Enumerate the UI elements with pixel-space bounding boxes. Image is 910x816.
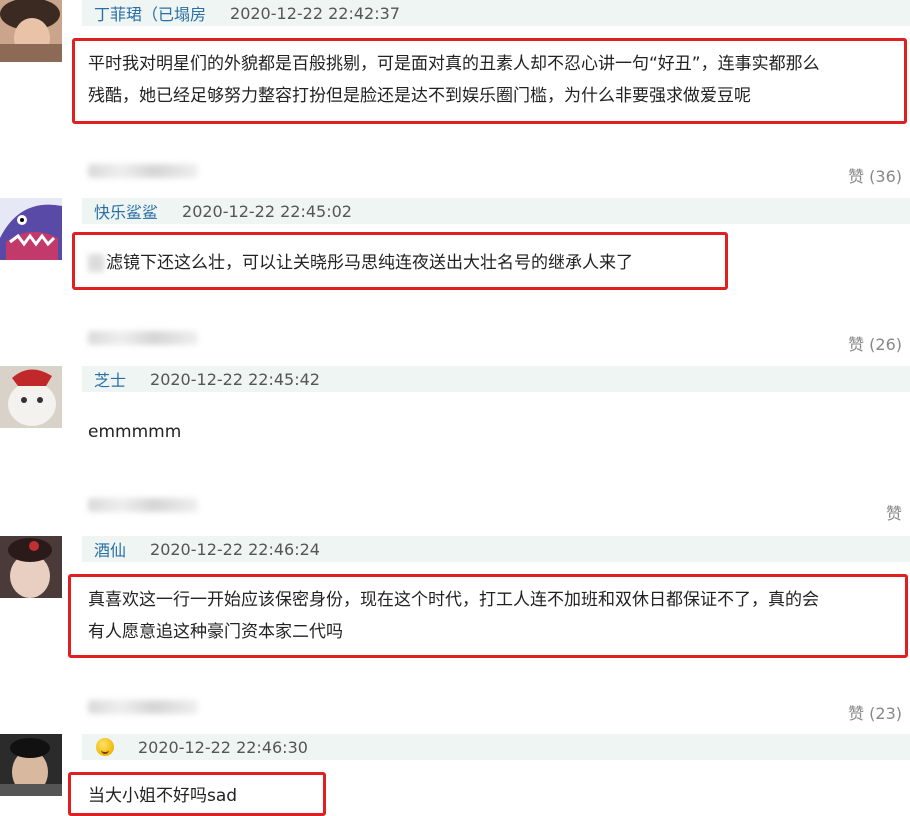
like-count[interactable]: 赞 (36) [848,163,902,187]
comment-text-line: 当大小姐不好吗sad [88,786,238,806]
comment-text: emmmmm [88,416,181,448]
blurred-reply-name [88,164,198,178]
like-count[interactable]: 赞 (23) [848,700,902,724]
username[interactable]: 快乐鲨鲨 [94,199,158,223]
avatar[interactable] [0,198,62,260]
comment-text: 当大小姐不好吗sad [88,780,237,812]
timestamp: 2020-12-22 22:42:37 [230,3,400,23]
laughing-emoji-icon [96,738,114,756]
comment-meta-bar: 酒仙 2020-12-22 22:46:24 [82,536,910,562]
blurred-reply-name [88,498,198,512]
comment-text-line: 有人愿意追这种豪门资本家二代吗 [88,622,343,642]
avatar[interactable] [0,536,62,598]
blurred-reply-name [88,700,198,714]
comment-text-line: 残酷，她已经足够努力整容打扮但是脸还是达不到娱乐圈门槛，为什么非要强求做爱豆呢 [88,86,751,106]
timestamp: 2020-12-22 22:45:02 [182,201,352,221]
comment-meta-bar: 快乐鲨鲨 2020-12-22 22:45:02 [82,198,910,224]
comment-meta-bar: 芝士 2020-12-22 22:45:42 [82,366,910,392]
blurred-reply-name [88,331,198,345]
blurred-text [88,254,104,272]
avatar[interactable] [0,734,62,796]
comment-text-line: 平时我对明星们的外貌都是百般挑剔，可是面对真的丑素人却不忍心讲一句“好丑”，连事… [88,54,820,74]
comment-meta-bar: 丁菲珺（已塌房 2020-12-22 22:42:37 [82,0,910,26]
comment-meta-bar: 2020-12-22 22:46:30 [82,734,910,760]
comment-text-line: emmmmm [88,422,182,442]
username[interactable]: 酒仙 [94,537,126,561]
comment-text: 真喜欢这一行一开始应该保密身份，现在这个时代，打工人连不加班和双休日都保证不了，… [88,584,819,648]
comment-text-line: 滤镜下还这么壮，可以让关晓彤马思纯连夜送出大壮名号的继承人来了 [106,253,633,273]
comment-text: 平时我对明星们的外貌都是百般挑剔，可是面对真的丑素人却不忍心讲一句“好丑”，连事… [88,48,820,112]
comment-text-line: 真喜欢这一行一开始应该保密身份，现在这个时代，打工人连不加班和双休日都保证不了，… [88,590,819,610]
timestamp: 2020-12-22 22:45:42 [150,369,320,389]
timestamp: 2020-12-22 22:46:24 [150,539,320,559]
avatar[interactable] [0,366,62,428]
username[interactable]: 丁菲珺（已塌房 [94,1,206,25]
username[interactable]: 芝士 [94,367,126,391]
like-count[interactable]: 赞 [886,500,902,524]
timestamp: 2020-12-22 22:46:30 [138,737,308,757]
avatar[interactable] [0,0,62,62]
like-count[interactable]: 赞 (26) [848,331,902,355]
comment-text: 滤镜下还这么壮，可以让关晓彤马思纯连夜送出大壮名号的继承人来了 [88,246,633,280]
